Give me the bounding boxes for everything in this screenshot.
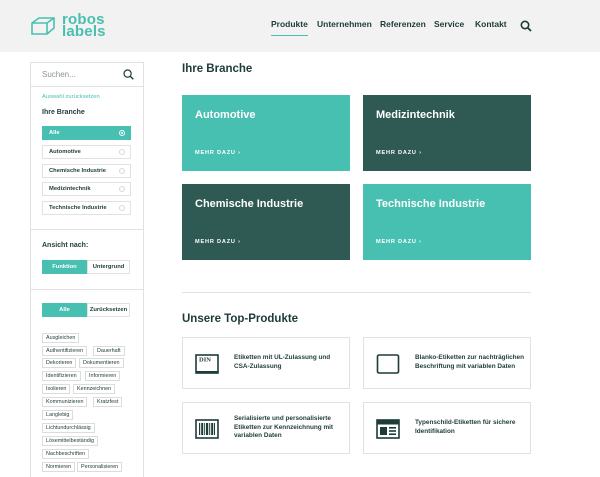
radio-icon	[119, 130, 125, 136]
tag-authentifizieren[interactable]: Authentifizieren	[42, 346, 88, 356]
option-label: Alle	[49, 130, 60, 136]
logo[interactable]: robos labels	[30, 12, 130, 40]
search-icon[interactable]	[520, 20, 532, 32]
nav-service[interactable]: Service	[434, 19, 464, 29]
filter-sidebar: Suchen... Auswahl zurücksetzen Ihre Bran…	[30, 62, 144, 477]
tag-identifizieren[interactable]: Identifizieren	[42, 371, 81, 381]
nav-produkte[interactable]: Produkte	[271, 19, 308, 36]
option-label: Technische Industrie	[49, 205, 107, 211]
tag-ausgleichen[interactable]: Ausgleichen	[42, 333, 80, 343]
radio-icon	[119, 168, 125, 174]
tile-title: Technische Industrie	[376, 198, 486, 210]
branche-option-alle[interactable]: Alle	[42, 126, 131, 140]
tile-medizintechnik[interactable]: Medizintechnik MEHR DAZU ›	[363, 95, 531, 171]
option-label: Chemische Industrie	[49, 168, 107, 174]
tag-loesemittelbestaendig[interactable]: Lösemittelbeständig	[42, 436, 98, 446]
product-description: Typenschild-Etiketten für sichere Identi…	[415, 419, 516, 435]
product-card-typenschild[interactable]: Typenschild-Etiketten für sichere Identi…	[363, 402, 531, 454]
tile-more-link[interactable]: MEHR DAZU ›	[376, 150, 422, 156]
radio-icon	[119, 186, 125, 192]
branche-option-automotive[interactable]: Automotive	[42, 145, 131, 159]
option-label: Medizintechnik	[49, 186, 91, 192]
tile-more-link[interactable]: MEHR DAZU ›	[376, 239, 422, 245]
tag-kratzfest[interactable]: Kratzfest	[93, 397, 123, 407]
blank-label-icon	[376, 354, 400, 374]
nav-unternehmen[interactable]: Unternehmen	[317, 19, 372, 29]
view-untergrund-button[interactable]: Untergrund	[87, 260, 130, 274]
product-description: Etiketten mit UL-Zulassung und CSA-Zulas…	[234, 354, 331, 370]
sidebar-search[interactable]: Suchen...	[31, 63, 143, 87]
tag-dokumentieren[interactable]: Dokumentieren	[79, 358, 124, 368]
ansicht-title: Ansicht nach:	[42, 242, 89, 249]
nav-referenzen[interactable]: Referenzen	[380, 19, 426, 29]
branche-filter-title: Ihre Branche	[42, 109, 85, 116]
radio-icon	[119, 149, 125, 155]
product-description: Blanko-Etiketten zur nachträglichen Besc…	[415, 354, 525, 370]
divider	[31, 229, 143, 230]
tag-dekorieren[interactable]: Dekorieren	[42, 358, 77, 368]
branche-option-medizintechnik[interactable]: Medizintechnik	[42, 182, 131, 196]
products-heading: Unsere Top-Produkte	[182, 313, 299, 325]
tag-informieren[interactable]: Informieren	[85, 371, 121, 381]
tag-langlebig[interactable]: Langlebig	[42, 410, 74, 420]
tag-kommunizieren[interactable]: Kommunizieren	[42, 397, 88, 407]
din-label-icon: DIN	[195, 354, 219, 374]
tag-normieren[interactable]: Normieren	[42, 462, 76, 472]
search-icon[interactable]	[123, 69, 134, 80]
logo-line-2: labels	[62, 23, 106, 40]
branche-heading: Ihre Branche	[182, 63, 253, 75]
filter-reset-button[interactable]: Zurücksetzen	[87, 303, 130, 317]
tag-isolieren[interactable]: Isolieren	[42, 384, 71, 394]
tag-nachbeschriften[interactable]: Nachbeschriften	[42, 449, 89, 459]
tile-automotive[interactable]: Automotive MEHR DAZU ›	[182, 95, 350, 171]
product-description: Serialisierte und personalisierte Etiket…	[234, 414, 334, 440]
product-card-ul-csa[interactable]: DIN Etiketten mit UL-Zulassung und CSA-Z…	[182, 337, 350, 389]
product-card-serialisiert[interactable]: Serialisierte und personalisierte Etiket…	[182, 402, 350, 454]
barcode-icon	[195, 419, 219, 439]
radio-icon	[119, 205, 125, 211]
filter-all-button[interactable]: Alle	[42, 303, 87, 317]
section-divider	[182, 292, 531, 293]
divider	[31, 289, 143, 290]
product-card-blanko[interactable]: Blanko-Etiketten zur nachträglichen Besc…	[363, 337, 531, 389]
search-input[interactable]: Suchen...	[42, 70, 76, 79]
logo-icon	[31, 17, 55, 35]
tile-chemische-industrie[interactable]: Chemische Industrie MEHR DAZU ›	[182, 184, 350, 260]
view-funktion-button[interactable]: Funktion	[42, 260, 87, 274]
tag-personalisieren[interactable]: Personalisieren	[77, 462, 123, 472]
branche-option-technische-industrie[interactable]: Technische Industrie	[42, 201, 131, 215]
branche-option-chemische-industrie[interactable]: Chemische Industrie	[42, 164, 131, 178]
nameplate-icon	[376, 419, 400, 439]
tag-dauerhaft[interactable]: Dauerhaft	[93, 346, 125, 356]
tile-more-link[interactable]: MEHR DAZU ›	[195, 150, 241, 156]
tile-title: Automotive	[195, 109, 256, 121]
tile-more-link[interactable]: MEHR DAZU ›	[195, 239, 241, 245]
tag-kennzeichnen[interactable]: Kennzeichnen	[73, 384, 116, 394]
reset-selection-link[interactable]: Auswahl zurücksetzen	[42, 94, 100, 100]
din-icon-text: DIN	[199, 357, 211, 364]
nav-kontakt[interactable]: Kontakt	[475, 19, 507, 29]
tile-title: Chemische Industrie	[195, 198, 304, 210]
logo-wordmark: robos labels	[62, 12, 106, 40]
option-label: Automotive	[49, 149, 81, 155]
tag-lichtundurchlaessig[interactable]: Lichtundurchlässig	[42, 423, 95, 433]
site-header: robos labels Produkte Unternehmen Refere…	[0, 0, 600, 52]
tile-title: Medizintechnik	[376, 109, 455, 121]
tile-technische-industrie[interactable]: Technische Industrie MEHR DAZU ›	[363, 184, 531, 260]
